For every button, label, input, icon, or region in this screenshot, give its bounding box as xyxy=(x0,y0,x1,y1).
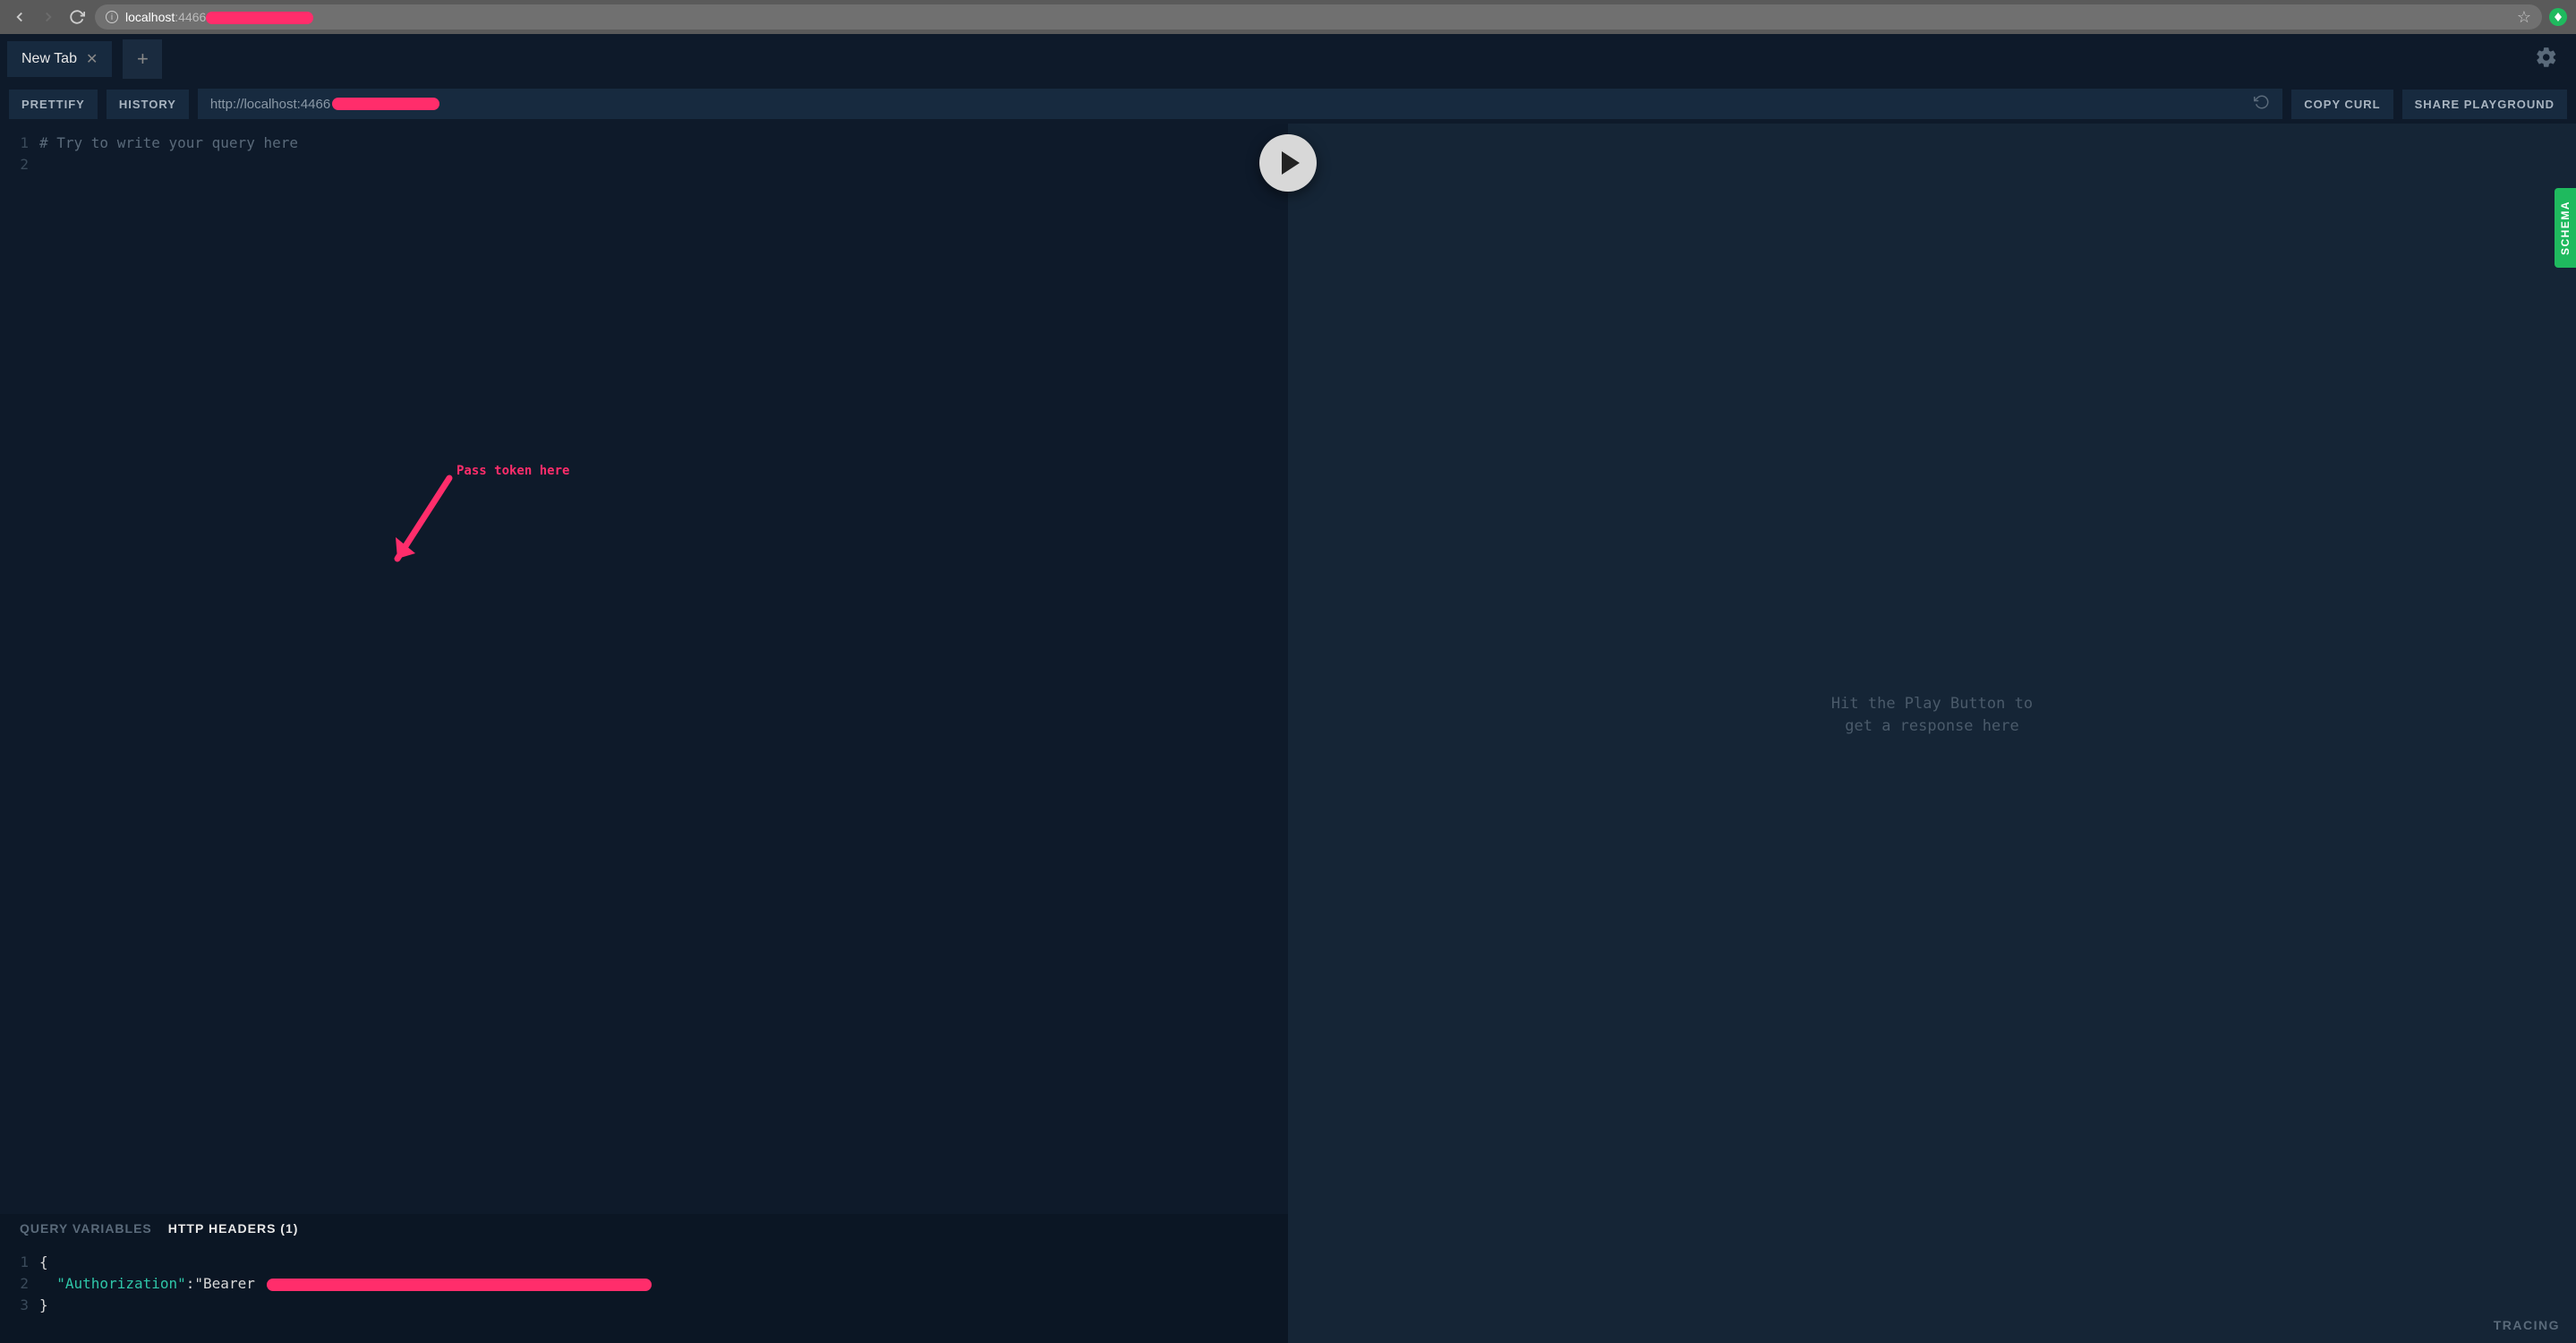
main-split: 1 2 # Try to write your query here Pass … xyxy=(0,124,2576,1343)
query-code[interactable]: # Try to write your query here xyxy=(39,133,1288,1205)
browser-chrome: i localhost:4466 ☆ xyxy=(0,0,2576,34)
share-playground-button[interactable]: SHARE PLAYGROUND xyxy=(2402,90,2567,119)
bottom-tabs: QUERY VARIABLES HTTP HEADERS (1) xyxy=(0,1214,1288,1243)
tab-label: New Tab xyxy=(21,51,77,67)
endpoint-reload-icon[interactable] xyxy=(2254,94,2270,114)
response-placeholder: Hit the Play Button to get a response he… xyxy=(1288,124,2576,1307)
reload-button[interactable] xyxy=(66,6,88,28)
headers-editor[interactable]: 1 2 3 { "Authorization":"Bearer } xyxy=(0,1243,1288,1343)
playground-tabs-bar: New Tab ✕ + xyxy=(0,34,2576,84)
close-tab-icon[interactable]: ✕ xyxy=(86,50,98,68)
schema-tab[interactable]: SCHEMA xyxy=(2555,188,2576,268)
url-bar[interactable]: i localhost:4466 ☆ xyxy=(95,4,2542,30)
response-pane: Hit the Play Button to get a response he… xyxy=(1288,124,2576,1343)
info-icon: i xyxy=(106,11,118,23)
endpoint-input[interactable]: http://localhost:4466 xyxy=(198,89,2282,119)
gear-icon[interactable] xyxy=(2535,46,2558,73)
url-redacted xyxy=(206,12,313,24)
tab-new-tab[interactable]: New Tab ✕ xyxy=(7,41,112,77)
query-pane: 1 2 # Try to write your query here Pass … xyxy=(0,124,1288,1343)
headers-gutter: 1 2 3 xyxy=(0,1252,39,1316)
copy-curl-button[interactable]: COPY CURL xyxy=(2291,90,2393,119)
play-button[interactable] xyxy=(1259,134,1317,192)
tracing-button[interactable]: TRACING xyxy=(1288,1307,2576,1343)
add-tab-button[interactable]: + xyxy=(123,39,162,79)
tab-http-headers[interactable]: HTTP HEADERS (1) xyxy=(168,1221,299,1236)
token-redacted xyxy=(267,1279,652,1291)
bookmark-star-icon[interactable]: ☆ xyxy=(2517,8,2531,27)
query-editor[interactable]: 1 2 # Try to write your query here Pass … xyxy=(0,124,1288,1214)
history-button[interactable]: HISTORY xyxy=(107,90,189,119)
headers-code[interactable]: { "Authorization":"Bearer } xyxy=(39,1252,1288,1316)
endpoint-redacted xyxy=(332,98,439,110)
url-text: localhost:4466 xyxy=(125,10,313,24)
extension-icon[interactable] xyxy=(2549,8,2567,26)
gutter: 1 2 xyxy=(0,133,39,1205)
endpoint-text: http://localhost:4466 xyxy=(210,97,330,112)
toolbar: PRETTIFY HISTORY http://localhost:4466 C… xyxy=(0,84,2576,124)
play-icon xyxy=(1282,151,1300,175)
bottom-panel: QUERY VARIABLES HTTP HEADERS (1) 1 2 3 {… xyxy=(0,1214,1288,1343)
prettify-button[interactable]: PRETTIFY xyxy=(9,90,98,119)
tab-query-variables[interactable]: QUERY VARIABLES xyxy=(20,1221,152,1236)
back-button[interactable] xyxy=(9,6,30,28)
forward-button[interactable] xyxy=(38,6,59,28)
